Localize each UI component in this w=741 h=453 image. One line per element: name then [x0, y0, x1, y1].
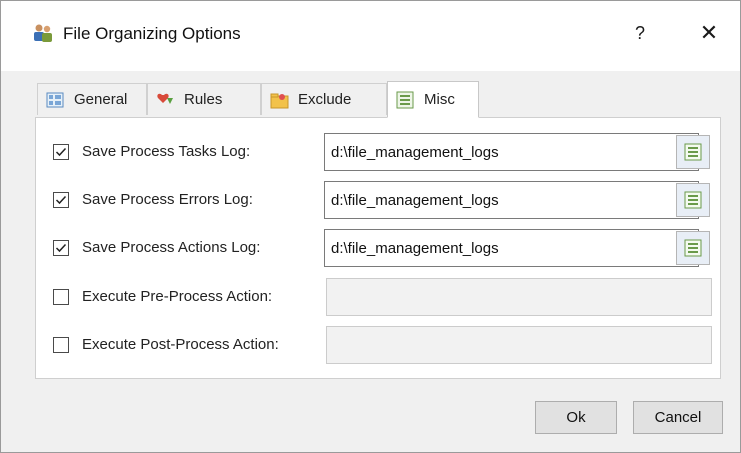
post-process-action-input: [326, 326, 712, 364]
save-actions-log-row: Save Process Actions Log:: [36, 229, 722, 269]
save-tasks-log-path-input[interactable]: [324, 133, 699, 171]
save-actions-log-label: Save Process Actions Log:: [82, 239, 261, 256]
tab-label: General: [74, 91, 128, 108]
save-errors-log-browse-button[interactable]: [676, 183, 710, 217]
tab-rules[interactable]: Rules: [147, 83, 261, 115]
save-errors-log-checkbox[interactable]: [53, 192, 69, 208]
save-actions-log-checkbox[interactable]: [53, 240, 69, 256]
misc-panel: Save Process Tasks Log: Save Process Err…: [35, 117, 721, 379]
file-organizing-options-dialog: File Organizing Options ? ✕ General Rule…: [0, 0, 741, 453]
list-icon: [684, 143, 702, 161]
list-icon: [684, 239, 702, 257]
tab-label: Exclude: [298, 91, 352, 108]
checkmark-icon: [55, 195, 67, 205]
rules-heart-icon: [156, 91, 174, 109]
cancel-button[interactable]: Cancel: [633, 401, 723, 434]
general-grid-icon: [46, 91, 64, 109]
app-people-icon: [31, 21, 55, 45]
close-button[interactable]: ✕: [693, 17, 725, 49]
post-process-action-label: Execute Post-Process Action:: [82, 336, 279, 353]
save-actions-log-path-input[interactable]: [324, 229, 699, 267]
tab-exclude[interactable]: Exclude: [261, 83, 387, 115]
save-errors-log-path-input[interactable]: [324, 181, 699, 219]
misc-list-icon: [396, 91, 414, 109]
tab-misc[interactable]: Misc: [387, 81, 479, 118]
ok-button[interactable]: Ok: [535, 401, 617, 434]
tab-label: Rules: [184, 91, 223, 108]
save-errors-log-label: Save Process Errors Log:: [82, 191, 253, 208]
save-actions-log-browse-button[interactable]: [676, 231, 710, 265]
pre-process-action-input: [326, 278, 712, 316]
save-tasks-log-label: Save Process Tasks Log:: [82, 143, 251, 160]
title-bar[interactable]: File Organizing Options ? ✕: [1, 1, 740, 71]
post-process-action-checkbox[interactable]: [53, 337, 69, 353]
save-errors-log-row: Save Process Errors Log:: [36, 181, 722, 221]
save-tasks-log-row: Save Process Tasks Log:: [36, 133, 722, 173]
tab-general[interactable]: General: [37, 83, 147, 115]
post-process-action-row: Execute Post-Process Action:: [36, 326, 722, 366]
checkmark-icon: [55, 147, 67, 157]
checkmark-icon: [55, 243, 67, 253]
pre-process-action-label: Execute Pre-Process Action:: [82, 288, 273, 305]
window-title: File Organizing Options: [63, 24, 241, 43]
save-tasks-log-browse-button[interactable]: [676, 135, 710, 169]
save-tasks-log-checkbox[interactable]: [53, 144, 69, 160]
help-button[interactable]: ?: [625, 17, 655, 49]
exclude-folder-icon: [270, 91, 289, 109]
list-icon: [684, 191, 702, 209]
tab-label: Misc: [424, 91, 455, 108]
pre-process-action-checkbox[interactable]: [53, 289, 69, 305]
pre-process-action-row: Execute Pre-Process Action:: [36, 278, 722, 318]
